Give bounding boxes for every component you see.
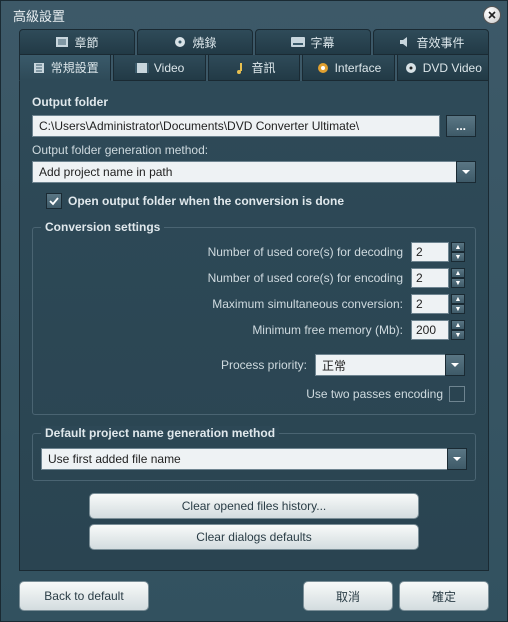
output-folder-label: Output folder xyxy=(32,95,476,109)
open-folder-label: Open output folder when the conversion i… xyxy=(68,194,344,208)
video-icon xyxy=(135,61,149,75)
dialog-footer: Back to default 取消 確定 xyxy=(1,581,507,611)
tab-sound-events[interactable]: 音效事件 xyxy=(373,29,489,55)
conversion-legend: Conversion settings xyxy=(41,220,164,234)
tab-burn[interactable]: 燒錄 xyxy=(137,29,253,55)
decode-cores-input[interactable] xyxy=(411,242,449,262)
general-icon xyxy=(32,61,46,75)
close-button[interactable] xyxy=(483,6,501,24)
tab-label: 字幕 xyxy=(310,34,334,51)
checkmark-icon xyxy=(49,196,59,206)
spin-down[interactable]: ▼ xyxy=(451,304,465,314)
cancel-button[interactable]: 取消 xyxy=(303,581,393,611)
two-pass-label: Use two passes encoding xyxy=(306,387,443,401)
tab-audio[interactable]: 音訊 xyxy=(208,55,300,81)
output-folder-input[interactable] xyxy=(32,115,440,137)
minmem-label: Minimum free memory (Mb): xyxy=(43,323,411,337)
tab-label: DVD Video xyxy=(423,61,482,75)
chevron-down-icon xyxy=(445,354,465,376)
tab-content: Output folder ... Output folder generati… xyxy=(19,81,489,571)
close-icon xyxy=(488,11,496,19)
tab-video[interactable]: Video xyxy=(113,55,205,81)
maxsim-input[interactable] xyxy=(411,294,449,314)
clear-history-button[interactable]: Clear opened files history... xyxy=(89,493,419,519)
spin-up[interactable]: ▲ xyxy=(451,242,465,252)
audio-icon xyxy=(233,61,247,75)
tab-interface[interactable]: Interface xyxy=(302,55,394,81)
spin-up[interactable]: ▲ xyxy=(451,320,465,330)
two-pass-checkbox[interactable] xyxy=(449,386,465,402)
output-method-label: Output folder generation method: xyxy=(32,143,476,157)
chevron-down-icon xyxy=(456,161,476,183)
tab-label: Interface xyxy=(335,61,382,75)
encode-cores-input[interactable] xyxy=(411,268,449,288)
tab-label: 音效事件 xyxy=(416,34,464,51)
back-to-default-button[interactable]: Back to default xyxy=(19,581,149,611)
default-project-legend: Default project name generation method xyxy=(41,426,279,440)
tab-label: 常規設置 xyxy=(51,59,99,76)
chevron-down-icon xyxy=(447,448,467,470)
interface-icon xyxy=(316,61,330,75)
tab-label: 燒錄 xyxy=(192,34,216,51)
spin-down[interactable]: ▼ xyxy=(451,252,465,262)
tab-label: 音訊 xyxy=(252,59,276,76)
ok-button[interactable]: 確定 xyxy=(399,581,489,611)
spin-up[interactable]: ▲ xyxy=(451,294,465,304)
tab-label: Video xyxy=(154,61,184,75)
output-method-select[interactable]: Add project name in path xyxy=(32,161,476,183)
priority-select[interactable]: 正常 xyxy=(315,354,465,376)
clear-dialogs-button[interactable]: Clear dialogs defaults xyxy=(89,524,419,550)
minmem-spinner[interactable]: ▲▼ xyxy=(411,320,465,340)
subtitle-icon xyxy=(291,35,305,49)
select-value: Use first added file name xyxy=(41,448,467,470)
decode-cores-spinner[interactable]: ▲▼ xyxy=(411,242,465,262)
sound-events-icon xyxy=(397,35,411,49)
tabs: 章節 燒錄 字幕 音效事件 常規設置 Video xyxy=(1,29,507,81)
tab-general[interactable]: 常規設置 xyxy=(19,55,111,81)
tab-label: 章節 xyxy=(74,34,98,51)
minmem-input[interactable] xyxy=(411,320,449,340)
chapters-icon xyxy=(55,35,69,49)
select-value: 正常 xyxy=(315,354,465,376)
spin-up[interactable]: ▲ xyxy=(451,268,465,278)
default-project-select[interactable]: Use first added file name xyxy=(41,448,467,470)
advanced-settings-dialog: 高級設置 章節 燒錄 字幕 音效事件 xyxy=(0,0,508,622)
dialog-title: 高級設置 xyxy=(13,6,65,25)
tab-subtitle[interactable]: 字幕 xyxy=(255,29,371,55)
priority-label: Process priority: xyxy=(43,358,315,372)
titlebar: 高級設置 xyxy=(1,1,507,29)
spin-down[interactable]: ▼ xyxy=(451,278,465,288)
dvd-icon xyxy=(404,61,418,75)
maxsim-spinner[interactable]: ▲▼ xyxy=(411,294,465,314)
select-value: Add project name in path xyxy=(32,161,476,183)
tab-dvd-video[interactable]: DVD Video xyxy=(397,55,489,81)
encode-cores-spinner[interactable]: ▲▼ xyxy=(411,268,465,288)
burn-icon xyxy=(173,35,187,49)
spin-down[interactable]: ▼ xyxy=(451,330,465,340)
maxsim-label: Maximum simultaneous conversion: xyxy=(43,297,411,311)
browse-button[interactable]: ... xyxy=(446,115,476,137)
conversion-settings-fieldset: Conversion settings Number of used core(… xyxy=(32,227,476,415)
tab-chapters[interactable]: 章節 xyxy=(19,29,135,55)
open-folder-checkbox[interactable] xyxy=(46,193,62,209)
encode-cores-label: Number of used core(s) for encoding xyxy=(43,271,411,285)
default-project-fieldset: Default project name generation method U… xyxy=(32,433,476,481)
decode-cores-label: Number of used core(s) for decoding xyxy=(43,245,411,259)
